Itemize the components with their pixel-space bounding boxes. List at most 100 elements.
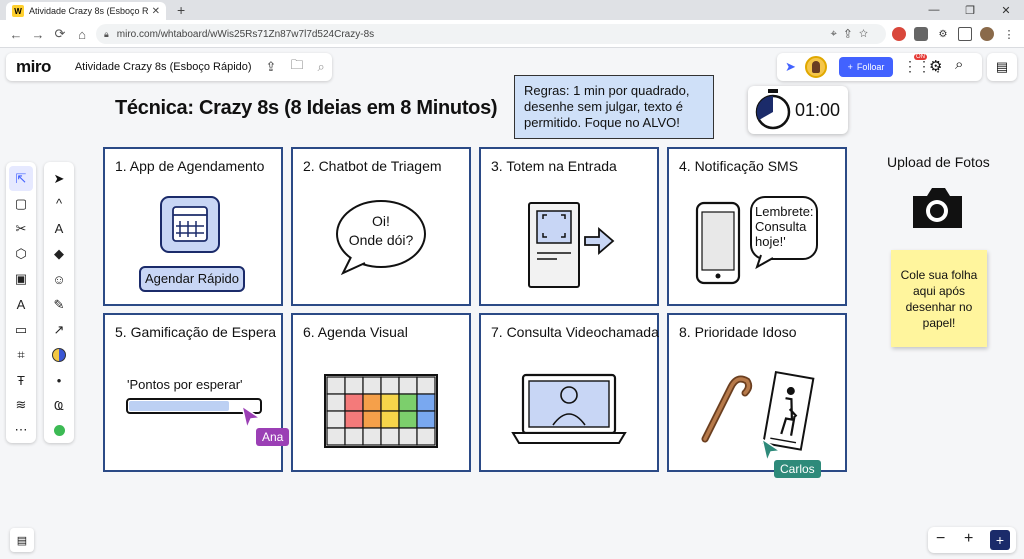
zoom-controls: − + + (928, 527, 1016, 553)
add-content-button[interactable]: + (990, 530, 1010, 550)
agenda-cell (416, 410, 436, 429)
agenda-cell (326, 376, 346, 395)
follow-label: Folloar (856, 62, 885, 72)
extension-2-icon[interactable] (914, 27, 928, 41)
marker-tool-icon[interactable]: ✎ (47, 292, 71, 317)
timer-widget[interactable]: 01:00 (748, 86, 848, 134)
reload-icon[interactable]: ⟳ (52, 26, 68, 42)
agenda-cell (362, 410, 382, 429)
close-tab-icon[interactable]: ✕ (152, 6, 160, 17)
idea-card-7[interactable]: 7. Consulta Videochamada (479, 313, 659, 472)
extensions-puzzle-icon[interactable]: ⚙ (936, 27, 950, 41)
back-icon[interactable]: ← (8, 26, 24, 42)
agenda-cell (416, 393, 436, 412)
notification-badge: ON (914, 54, 927, 60)
idea-card-5[interactable]: 5. Gamificação de Espera 'Pontos por esp… (103, 313, 283, 472)
emoji-tool-icon[interactable]: ☺ (47, 267, 71, 292)
agenda-cell (416, 376, 436, 395)
idea-card-2[interactable]: 2. Chatbot de Triagem Oi! Onde dói? (291, 147, 471, 306)
url-field[interactable]: 🔒︎ miro.com/whtaboard/wWis25Rs71Zn87w7l7… (96, 24, 886, 44)
sidepanel-icon[interactable] (958, 27, 972, 41)
reactions-icon[interactable]: ➤ (785, 59, 796, 75)
export-icon[interactable]: ⇪ (266, 59, 277, 75)
camera-icon[interactable] (909, 184, 966, 232)
new-tab-button[interactable]: + (177, 2, 185, 18)
avatar[interactable] (805, 56, 827, 78)
schedule-button: Agendar Rápido (145, 271, 239, 286)
follow-button[interactable]: + Folloar (839, 57, 893, 77)
agenda-cell (398, 427, 418, 446)
board-heading[interactable]: Técnica: Crazy 8s (8 Ideias em 8 Minutos… (115, 97, 498, 120)
font-tool-icon[interactable]: A (47, 216, 71, 241)
stopwatch-icon (755, 89, 791, 130)
timer-value: 01:00 (795, 100, 841, 120)
sms-line-3: hoje!' (755, 234, 786, 249)
browser-tab[interactable]: W Atividade Crazy 8s (Esboço Rápido) ✕ (6, 2, 166, 20)
agenda-cell (362, 393, 382, 412)
idea-card-3[interactable]: 3. Totem na Entrada (479, 147, 659, 306)
pen-tool-icon[interactable]: ≋ (9, 393, 33, 418)
sms-line-1: Lembrete: (755, 204, 814, 219)
agenda-cell (344, 376, 364, 395)
connector-tool-icon[interactable]: ↗ (47, 317, 71, 342)
idea-card-4[interactable]: 4. Notificação SMS Lembrete: Consulta ho… (667, 147, 847, 306)
upload-photos-label: Upload de Fotos (887, 154, 990, 170)
idea-card-1[interactable]: 1. App de Agendamento Agendar Rápido (103, 147, 283, 306)
chat-line-2: Onde dói? (348, 232, 414, 248)
select-tool-icon[interactable]: ⇱ (9, 166, 33, 192)
text-frame-tool-icon[interactable]: Ŧ (9, 368, 33, 393)
url-text: miro.com/whtaboard/wWis25Rs71Zn87w7l7d52… (116, 28, 375, 40)
minimize-icon[interactable]: — (916, 0, 952, 20)
extension-icon[interactable] (892, 27, 906, 41)
search-icon[interactable]: ⌕ (955, 56, 963, 73)
idea-card-6[interactable]: 6. Agenda Visual (291, 313, 471, 472)
crop-tool-icon[interactable]: ⌗ (9, 342, 33, 367)
home-icon[interactable]: ⌂ (74, 26, 90, 42)
rules-note[interactable]: Regras: 1 min por quadrado, desenhe sem … (514, 75, 714, 139)
sticky-tool-icon[interactable]: ▣ (9, 267, 33, 292)
search-icon[interactable]: ⌕ (317, 59, 324, 75)
restore-icon[interactable]: ❐ (952, 0, 988, 20)
agenda-cell (362, 427, 382, 446)
zoom-in-icon[interactable]: + (964, 530, 973, 548)
dot-tool-icon[interactable]: • (47, 368, 71, 393)
progress-bar (126, 398, 262, 414)
profile-avatar[interactable] (980, 27, 994, 41)
shapes-tool-icon[interactable]: ⬡ (9, 242, 33, 267)
green-color-icon[interactable] (47, 418, 71, 443)
elderly-priority-icon (701, 370, 815, 451)
plus-icon: + (847, 62, 853, 72)
more-options-icon[interactable]: ⋮ (1002, 27, 1016, 41)
rectangle-tool-icon[interactable]: ▭ (9, 317, 33, 342)
browser-tab-bar: W Atividade Crazy 8s (Esboço Rápido) ✕ +… (0, 0, 1024, 20)
scissors-tool-icon[interactable]: ✂ (9, 216, 33, 241)
board-name[interactable]: Atividade Crazy 8s (Esboço Rápido) (75, 61, 252, 73)
agenda-cell (398, 376, 418, 395)
cube-tool-icon[interactable]: ◆ (47, 242, 71, 267)
agenda-cell (380, 410, 400, 429)
sticky-note[interactable]: Cole sua folha aqui após desenhar no pap… (891, 250, 987, 347)
frames-panel-icon[interactable]: ▤ (10, 528, 34, 552)
zoom-out-icon[interactable]: − (936, 530, 945, 548)
folder-icon[interactable]: 🗀 (290, 56, 303, 78)
color-half-icon[interactable] (47, 342, 71, 367)
agenda-cell (398, 410, 418, 429)
agenda-cell (326, 393, 346, 412)
more-tools-icon[interactable]: ⋯ (9, 418, 33, 443)
text-tool-icon[interactable]: A (9, 292, 33, 317)
frame-tool-icon[interactable]: ▢ (9, 191, 33, 216)
eraser-tool-icon[interactable]: Ҩ (47, 393, 71, 418)
settings-gear-icon[interactable]: ⚙ (929, 57, 942, 75)
cursor-label-ana: Ana (256, 428, 290, 446)
omnibox-actions-icon[interactable]: ⌖⇪☆ (831, 28, 876, 41)
pointer-tool-icon[interactable]: ➤ (47, 166, 71, 191)
agenda-cell (380, 393, 400, 412)
agenda-cell (326, 427, 346, 446)
miro-logo[interactable]: miro (16, 57, 51, 77)
chevron-up-icon[interactable]: ^ (47, 191, 71, 216)
idea-card-8[interactable]: 8. Prioridade Idoso (667, 313, 847, 472)
close-window-icon[interactable]: ✕ (988, 0, 1024, 20)
collab-toolbar: ➤ + Folloar ⋮⋮⋮ ON ⚙ ⌕ (777, 53, 982, 81)
board-menu-icon[interactable]: ▤ (987, 53, 1017, 81)
forward-icon[interactable]: → (30, 26, 46, 42)
